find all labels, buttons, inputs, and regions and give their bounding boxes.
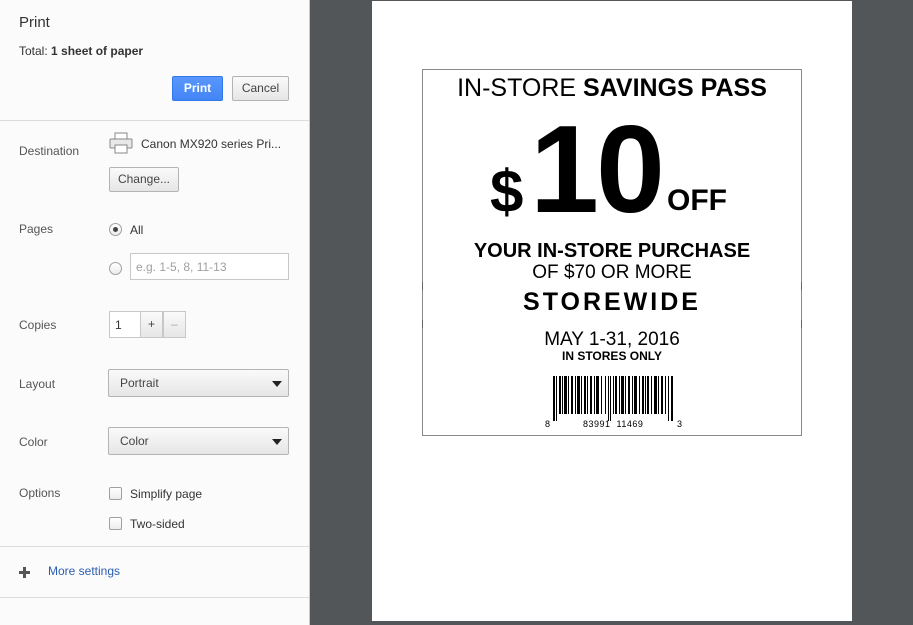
two-sided-checkbox[interactable] [109,517,122,530]
print-button[interactable]: Print [172,76,223,101]
layout-selected-value: Portrait [120,376,159,390]
destination-printer-name: Canon MX920 series Pri... [141,137,282,151]
coupon-title-bold: SAVINGS PASS [583,74,767,102]
coupon-title-prefix: IN-STORE [457,74,584,102]
footer-divider [0,597,309,598]
options-label: Options [19,486,61,500]
pages-label: Pages [19,222,54,236]
destination-label: Destination [19,144,80,158]
total-prefix: Total: [19,44,52,58]
simplify-page-label: Simplify page [130,487,203,501]
color-selected-value: Color [120,434,149,448]
change-destination-button[interactable]: Change... [109,167,179,192]
more-settings-link[interactable]: More settings [48,564,120,578]
coupon-date: MAY 1-31, 2016 [544,329,680,350]
total-sheets: Total: 1 sheet of paper [19,44,143,58]
color-select[interactable]: Color [108,427,289,455]
pages-all-radio[interactable] [109,223,122,236]
print-settings-sidebar: Print Total: 1 sheet of paper Print Canc… [0,0,310,625]
barcode-middle-digits: 83991 11469 [583,419,644,429]
coupon: IN-STORE SAVINGS PASS $ 10 OFF YOUR IN-S… [422,69,802,436]
barcode-right-digit: 3 [677,419,683,429]
printer-icon [109,132,133,154]
coupon-storewide: STOREWIDE [523,288,701,316]
coupon-line1: YOUR IN-STORE PURCHASE [473,240,751,262]
layout-label: Layout [19,377,56,391]
pages-custom-radio[interactable] [109,262,122,275]
layout-select[interactable]: Portrait [108,369,289,397]
preview-page: IN-STORE SAVINGS PASS $ 10 OFF YOUR IN-S… [372,1,852,621]
copies-input[interactable] [109,311,141,338]
two-sided-label: Two-sided [130,517,185,531]
copies-label: Copies [19,318,57,332]
crop-mark [422,320,423,328]
coupon-in-stores-only: IN STORES ONLY [561,349,663,363]
crop-mark [801,320,802,328]
copies-increment-button[interactable]: + [140,311,163,338]
pages-all-label: All [130,223,144,237]
coupon-amount: 10 [530,101,665,239]
pages-range-input[interactable] [130,253,289,280]
plus-icon[interactable] [19,567,30,578]
total-value: 1 sheet of paper [51,44,144,58]
chevron-down-icon [272,439,282,445]
coupon-line2: OF $70 OR MORE [532,262,692,283]
dialog-title: Print [19,14,50,31]
simplify-page-checkbox[interactable] [109,487,122,500]
coupon-dollar-sign: $ [490,158,524,225]
options-divider [0,546,309,547]
header-divider [0,120,309,121]
chevron-down-icon [272,381,282,387]
coupon-off: OFF [667,184,727,217]
cancel-button[interactable]: Cancel [232,76,289,101]
coupon-title: IN-STORE SAVINGS PASS [423,74,801,103]
barcode-left-digit: 8 [545,419,551,429]
print-preview-area: IN-STORE SAVINGS PASS $ 10 OFF YOUR IN-S… [311,0,913,625]
color-label: Color [19,435,48,449]
crop-mark [801,282,802,290]
barcode-image [553,376,673,421]
copies-decrement-button[interactable]: – [163,311,186,338]
